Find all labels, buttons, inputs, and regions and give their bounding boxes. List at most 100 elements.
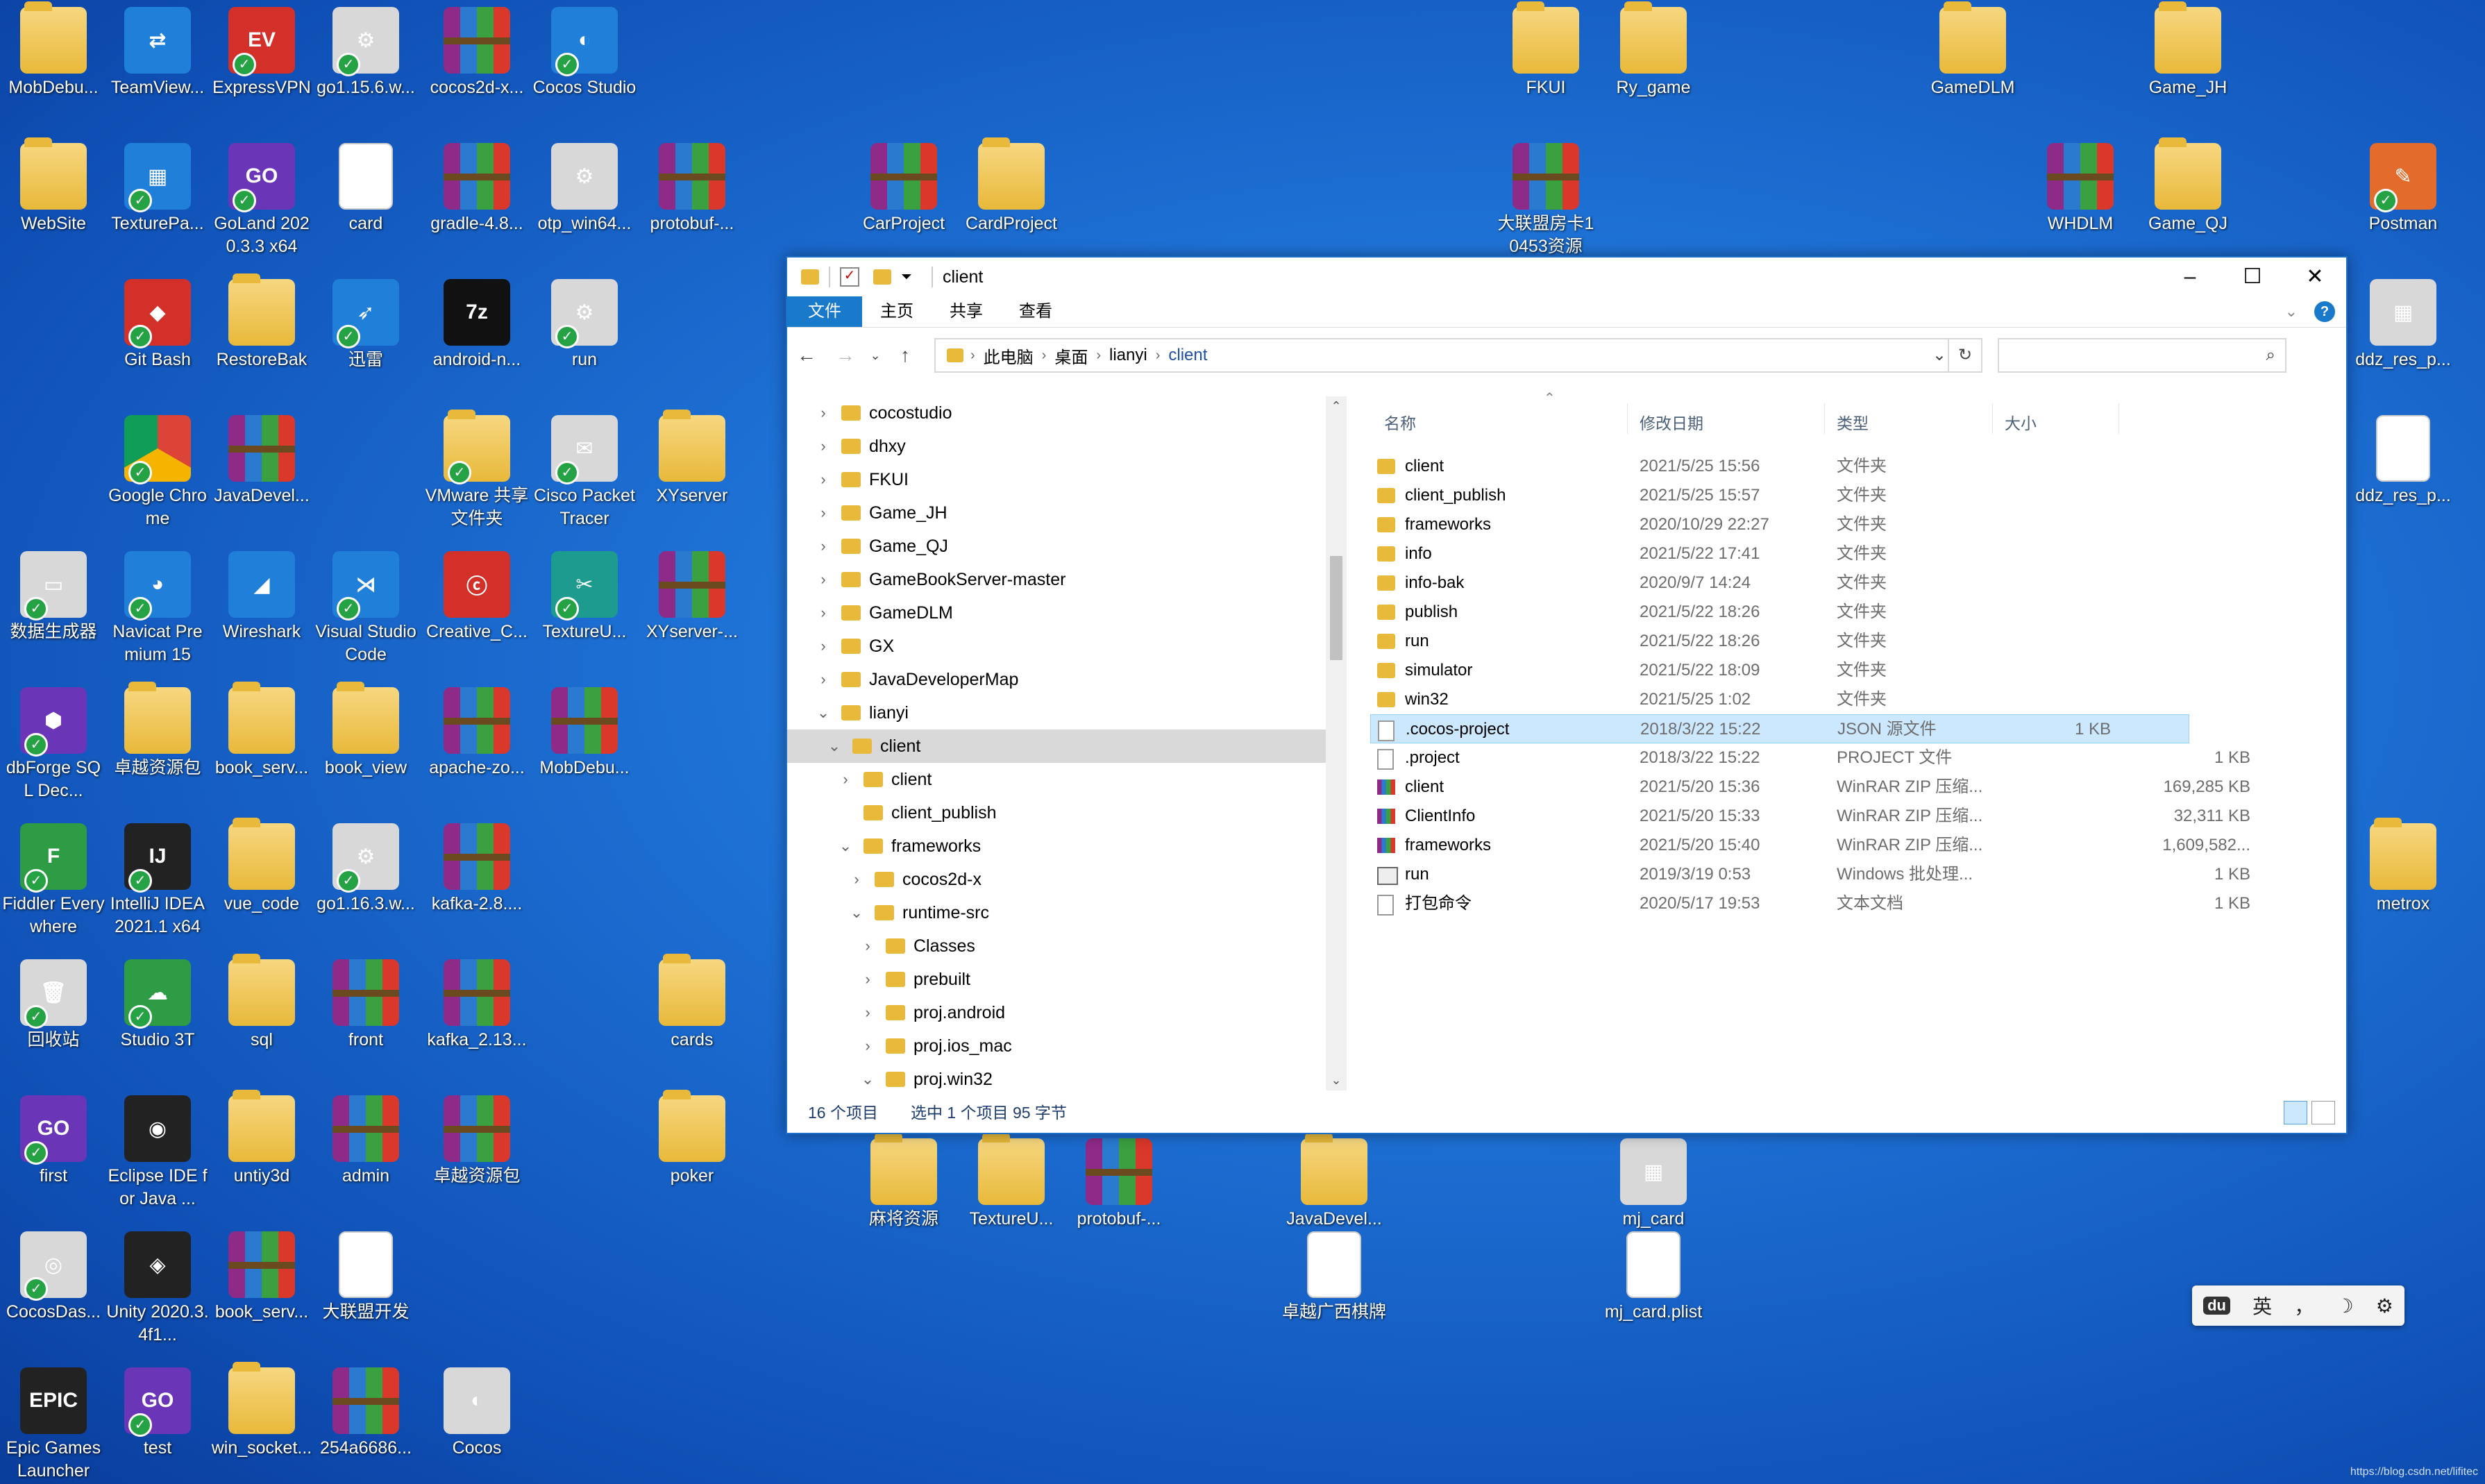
- desktop-icon[interactable]: ◕ ✓ Navicat Premium 15: [106, 551, 210, 666]
- desktop-icon[interactable]: ◆ ✓ Git Bash: [106, 279, 210, 371]
- tree-item[interactable]: › Classes: [787, 929, 1336, 963]
- desktop-icon[interactable]: ✓ Google Chrome: [106, 415, 210, 530]
- desktop-icon[interactable]: ⚙ otp_win64...: [532, 143, 637, 235]
- address-bar[interactable]: › 此电脑 › 桌面 › lianyi › client ⌄ ↻: [934, 338, 1982, 373]
- file-row[interactable]: info-bak 2020/9/7 14:24 文件夹: [1370, 568, 2328, 598]
- breadcrumb-lianyi[interactable]: lianyi: [1101, 346, 1156, 365]
- desktop-icon[interactable]: ▭ ✓ 数据生成器: [1, 551, 106, 643]
- chevron-right-icon[interactable]: ›: [815, 596, 832, 630]
- tree-item[interactable]: › proj.ios_mac: [787, 1029, 1336, 1063]
- large-icons-view-icon[interactable]: [2311, 1101, 2335, 1124]
- desktop-icon[interactable]: ◎ ✓ CocosDas...: [1, 1231, 106, 1324]
- desktop-icon[interactable]: ⚙ ✓ run: [532, 279, 637, 371]
- desktop-icon[interactable]: ✂ ✓ TextureU...: [532, 551, 637, 643]
- desktop-icon[interactable]: cocos2d-x...: [425, 7, 529, 99]
- tab-view[interactable]: 查看: [1001, 296, 1070, 327]
- properties-check-icon[interactable]: ✓: [840, 267, 859, 287]
- tree-item[interactable]: › FKUI: [787, 463, 1336, 496]
- column-size[interactable]: 大小: [2005, 410, 2037, 434]
- desktop-icon[interactable]: ✎ ✓ Postman: [2351, 143, 2455, 235]
- desktop-icon[interactable]: XYserver-...: [640, 551, 744, 643]
- search-icon[interactable]: ⌕: [2266, 346, 2275, 365]
- quick-access-dropdown-icon[interactable]: ⏷: [901, 269, 912, 285]
- chevron-right-icon[interactable]: ›: [970, 348, 975, 364]
- file-row[interactable]: 打包命令 2020/5/17 19:53 文本文档 1 KB: [1370, 889, 2328, 918]
- chevron-right-icon[interactable]: ›: [859, 963, 876, 996]
- desktop-icon[interactable]: Game_QJ: [2136, 137, 2240, 235]
- desktop-icon[interactable]: 麻将资源: [852, 1133, 956, 1231]
- chevron-right-icon[interactable]: ›: [1156, 348, 1161, 364]
- desktop-icon[interactable]: CardProject: [959, 137, 1063, 235]
- desktop-icon[interactable]: protobuf-...: [1067, 1138, 1171, 1231]
- desktop-icon[interactable]: gradle-4.8...: [425, 143, 529, 235]
- desktop-icon[interactable]: ▦ mj_card: [1601, 1138, 1705, 1231]
- desktop-icon[interactable]: GO ✓ GoLand 2020.3.3 x64: [210, 143, 314, 258]
- file-row[interactable]: .project 2018/3/22 15:22 PROJECT 文件 1 KB: [1370, 743, 2328, 773]
- desktop-icon[interactable]: ⓒ Creative_C...: [425, 551, 529, 643]
- file-row[interactable]: publish 2021/5/22 18:26 文件夹: [1370, 598, 2328, 627]
- desktop-icon[interactable]: ◢ Wireshark: [210, 551, 314, 643]
- column-divider[interactable]: [1992, 403, 1993, 434]
- tree-item[interactable]: ⌄ proj.win32: [787, 1063, 1336, 1090]
- tree-item[interactable]: ⌄ runtime-src: [787, 896, 1336, 929]
- tree-item[interactable]: › proj.android: [787, 996, 1336, 1029]
- help-icon[interactable]: ?: [2314, 301, 2335, 322]
- ime-logo-icon[interactable]: du: [2203, 1297, 2230, 1315]
- desktop-icon[interactable]: MobDebu...: [532, 687, 637, 779]
- refresh-icon[interactable]: ↻: [1948, 339, 1981, 371]
- tab-file[interactable]: 文件: [787, 296, 862, 327]
- forward-arrow-icon[interactable]: →: [826, 344, 865, 366]
- search-input[interactable]: ⌕: [1998, 338, 2286, 373]
- chevron-right-icon[interactable]: ›: [859, 996, 876, 1029]
- tree-item[interactable]: › cocos2d-x: [787, 863, 1336, 896]
- chevron-right-icon[interactable]: ›: [815, 563, 832, 596]
- desktop-icon[interactable]: ⬢ ✓ dbForge SQL Dec...: [1, 687, 106, 802]
- desktop-icon[interactable]: ☁ ✓ Studio 3T: [106, 959, 210, 1052]
- tree-item[interactable]: ⌄ lianyi: [787, 696, 1336, 730]
- chevron-down-icon[interactable]: ⌄: [859, 1063, 876, 1090]
- desktop-icon[interactable]: ddz_res_p...: [2351, 415, 2455, 507]
- desktop-icon[interactable]: ➶ ✓ 迅雷: [314, 279, 418, 371]
- tree-item[interactable]: › prebuilt: [787, 963, 1336, 996]
- desktop-icon[interactable]: EPIC Epic Games Launcher: [1, 1367, 106, 1483]
- ime-language-toggle[interactable]: 英: [2252, 1292, 2272, 1319]
- desktop-icon[interactable]: ✓ VMware 共享文件夹: [425, 410, 529, 530]
- desktop-icon[interactable]: WebSite: [1, 137, 106, 235]
- desktop-icon[interactable]: apache-zo...: [425, 687, 529, 779]
- desktop-icon[interactable]: poker: [640, 1090, 744, 1188]
- desktop-icon[interactable]: 卓越资源包: [106, 682, 210, 779]
- maximize-icon[interactable]: ☐: [2221, 258, 2284, 296]
- chevron-right-icon[interactable]: ›: [815, 463, 832, 496]
- desktop-icon[interactable]: ⚙ ✓ go1.15.6.w...: [314, 7, 418, 99]
- desktop-icon[interactable]: ◉ Eclipse IDE for Java ...: [106, 1095, 210, 1211]
- details-view-icon[interactable]: [2284, 1101, 2307, 1124]
- chevron-down-icon[interactable]: ⌄: [1932, 345, 1946, 365]
- desktop-icon[interactable]: metrox: [2351, 818, 2455, 916]
- desktop-icon[interactable]: ◈ Unity 2020.3.4f1...: [106, 1231, 210, 1347]
- new-folder-icon[interactable]: [873, 269, 891, 285]
- scroll-up-icon[interactable]: ⌃: [1326, 399, 1347, 414]
- desktop-icon[interactable]: ⇄ TeamView...: [106, 7, 210, 99]
- scroll-thumb[interactable]: [1330, 556, 1342, 660]
- desktop-icon[interactable]: ◐ ✓ Cocos Studio: [532, 7, 637, 99]
- back-arrow-icon[interactable]: ←: [787, 344, 826, 366]
- file-row[interactable]: run 2021/5/22 18:26 文件夹: [1370, 627, 2328, 656]
- file-row[interactable]: .cocos-project 2018/3/22 15:22 JSON 源文件 1 K…: [1370, 714, 2189, 743]
- file-row[interactable]: simulator 2021/5/22 18:09 文件夹: [1370, 656, 2328, 685]
- desktop-icon[interactable]: RestoreBak: [210, 273, 314, 371]
- chevron-right-icon[interactable]: ›: [815, 630, 832, 663]
- desktop-icon[interactable]: cards: [640, 954, 744, 1052]
- desktop-icon[interactable]: MobDebu...: [1, 1, 106, 99]
- desktop-icon[interactable]: TextureU...: [959, 1133, 1063, 1231]
- gear-icon[interactable]: ⚙: [2376, 1295, 2393, 1317]
- tree-item[interactable]: ⌄ client: [787, 730, 1336, 763]
- tree-item[interactable]: › client: [787, 763, 1336, 796]
- file-row[interactable]: frameworks 2020/10/29 22:27 文件夹: [1370, 510, 2328, 539]
- chevron-right-icon[interactable]: ›: [1042, 348, 1047, 364]
- title-bar[interactable]: ✓ ⏷ client – ☐ ✕: [787, 258, 2346, 296]
- chevron-down-icon[interactable]: ⌄: [848, 896, 865, 929]
- desktop-icon[interactable]: Ry_game: [1601, 1, 1705, 99]
- chevron-down-icon[interactable]: ⌄: [837, 829, 854, 863]
- desktop-icon[interactable]: 大联盟房卡10453资源: [1494, 143, 1598, 258]
- desktop-icon[interactable]: JavaDevel...: [210, 415, 314, 507]
